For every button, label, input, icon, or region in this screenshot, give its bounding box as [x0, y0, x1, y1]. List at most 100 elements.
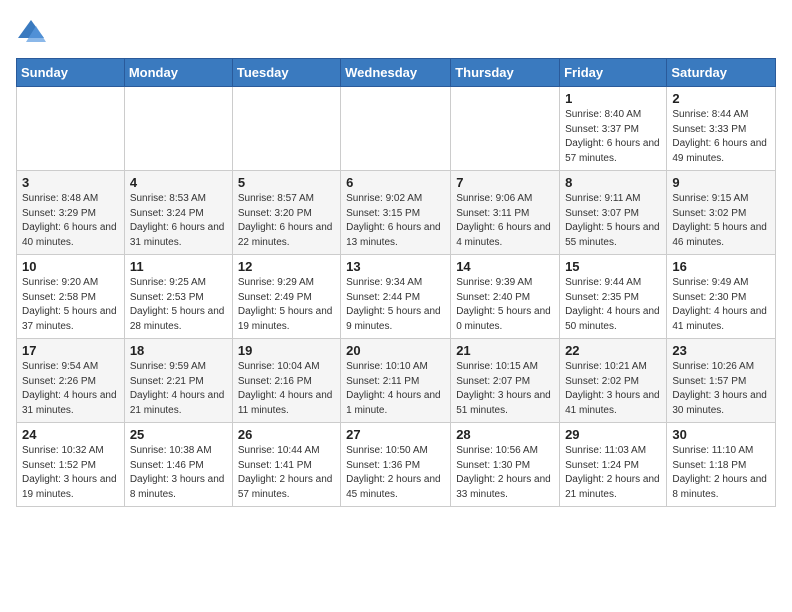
calendar-header-tuesday: Tuesday: [232, 59, 340, 87]
calendar-week-row: 24 Sunrise: 10:32 AM Sunset: 1:52 PM Dayl…: [17, 423, 776, 507]
day-info: Sunrise: 8:48 AM Sunset: 3:29 PM Dayligh…: [22, 192, 119, 250]
calendar-header-monday: Monday: [124, 59, 232, 87]
calendar-day-18: 18 Sunrise: 9:59 AM Sunset: 2:21 PM Dayli…: [124, 339, 232, 423]
calendar-day-6: 6 Sunrise: 9:02 AM Sunset: 3:15 PM Daylig…: [341, 171, 451, 255]
calendar-header-sunday: Sunday: [17, 59, 125, 87]
day-number: 22: [565, 343, 661, 358]
calendar-day-7: 7 Sunrise: 9:06 AM Sunset: 3:11 PM Daylig…: [451, 171, 560, 255]
day-info: Sunrise: 9:54 AM Sunset: 2:26 PM Dayligh…: [22, 360, 119, 418]
day-number: 11: [130, 259, 227, 274]
calendar-day-27: 27 Sunrise: 10:50 AM Sunset: 1:36 PM Dayl…: [341, 423, 451, 507]
day-info: Sunrise: 10:26 AM Sunset: 1:57 PM Daylig…: [672, 360, 770, 418]
calendar-day-17: 17 Sunrise: 9:54 AM Sunset: 2:26 PM Dayli…: [17, 339, 125, 423]
day-info: Sunrise: 9:02 AM Sunset: 3:15 PM Dayligh…: [346, 192, 445, 250]
calendar-day-25: 25 Sunrise: 10:38 AM Sunset: 1:46 PM Dayl…: [124, 423, 232, 507]
calendar-empty-cell: [232, 87, 340, 171]
day-info: Sunrise: 9:29 AM Sunset: 2:49 PM Dayligh…: [238, 276, 335, 334]
day-number: 28: [456, 427, 554, 442]
day-number: 8: [565, 175, 661, 190]
day-number: 6: [346, 175, 445, 190]
calendar-day-21: 21Sunrise: 10:15 AM Sunset: 2:07 PM Dayl…: [451, 339, 560, 423]
day-number: 26: [238, 427, 335, 442]
day-info: Sunrise: 10:38 AM Sunset: 1:46 PM Daylig…: [130, 444, 227, 502]
calendar-day-8: 8 Sunrise: 9:11 AM Sunset: 3:07 PM Daylig…: [560, 171, 667, 255]
day-number: 1: [565, 91, 661, 106]
calendar-day-20: 20 Sunrise: 10:10 AM Sunset: 2:11 PM Dayl…: [341, 339, 451, 423]
day-number: 15: [565, 259, 661, 274]
day-info: Sunrise: 10:50 AM Sunset: 1:36 PM Daylig…: [346, 444, 445, 502]
page-header: [16, 16, 776, 46]
day-info: Sunrise: 10:56 AM Sunset: 1:30 PM Daylig…: [456, 444, 554, 502]
day-number: 2: [672, 91, 770, 106]
day-info: Sunrise: 10:10 AM Sunset: 2:11 PM Daylig…: [346, 360, 445, 418]
calendar-header-thursday: Thursday: [451, 59, 560, 87]
day-info: Sunrise: 8:53 AM Sunset: 3:24 PM Dayligh…: [130, 192, 227, 250]
day-number: 21: [456, 343, 554, 358]
day-number: 27: [346, 427, 445, 442]
day-info: Sunrise: 8:40 AM Sunset: 3:37 PM Dayligh…: [565, 108, 661, 166]
calendar-header-saturday: Saturday: [667, 59, 776, 87]
day-number: 25: [130, 427, 227, 442]
day-number: 4: [130, 175, 227, 190]
day-info: Sunrise: 9:59 AM Sunset: 2:21 PM Dayligh…: [130, 360, 227, 418]
day-info: Sunrise: 11:03 AM Sunset: 1:24 PM Daylig…: [565, 444, 661, 502]
logo-icon: [16, 16, 46, 46]
day-number: 5: [238, 175, 335, 190]
day-info: Sunrise: 9:06 AM Sunset: 3:11 PM Dayligh…: [456, 192, 554, 250]
day-info: Sunrise: 9:34 AM Sunset: 2:44 PM Dayligh…: [346, 276, 445, 334]
calendar-body: 1 Sunrise: 8:40 AM Sunset: 3:37 PM Daylig…: [17, 87, 776, 507]
calendar-day-13: 13 Sunrise: 9:34 AM Sunset: 2:44 PM Dayli…: [341, 255, 451, 339]
day-number: 24: [22, 427, 119, 442]
day-info: Sunrise: 9:25 AM Sunset: 2:53 PM Dayligh…: [130, 276, 227, 334]
calendar-week-row: 10Sunrise: 9:20 AM Sunset: 2:58 PM Dayli…: [17, 255, 776, 339]
calendar-table: SundayMondayTuesdayWednesdayThursdayFrid…: [16, 58, 776, 507]
calendar-empty-cell: [341, 87, 451, 171]
day-info: Sunrise: 10:04 AM Sunset: 2:16 PM Daylig…: [238, 360, 335, 418]
day-info: Sunrise: 9:44 AM Sunset: 2:35 PM Dayligh…: [565, 276, 661, 334]
day-info: Sunrise: 10:44 AM Sunset: 1:41 PM Daylig…: [238, 444, 335, 502]
calendar-empty-cell: [451, 87, 560, 171]
calendar-empty-cell: [17, 87, 125, 171]
day-number: 13: [346, 259, 445, 274]
day-info: Sunrise: 11:10 AM Sunset: 1:18 PM Daylig…: [672, 444, 770, 502]
calendar-day-5: 5 Sunrise: 8:57 AM Sunset: 3:20 PM Daylig…: [232, 171, 340, 255]
day-number: 14: [456, 259, 554, 274]
day-info: Sunrise: 10:32 AM Sunset: 1:52 PM Daylig…: [22, 444, 119, 502]
calendar-week-row: 1 Sunrise: 8:40 AM Sunset: 3:37 PM Daylig…: [17, 87, 776, 171]
day-number: 9: [672, 175, 770, 190]
calendar-day-14: 14Sunrise: 9:39 AM Sunset: 2:40 PM Dayli…: [451, 255, 560, 339]
calendar-header-row: SundayMondayTuesdayWednesdayThursdayFrid…: [17, 59, 776, 87]
day-number: 30: [672, 427, 770, 442]
calendar-header-wednesday: Wednesday: [341, 59, 451, 87]
calendar-day-2: 2Sunrise: 8:44 AM Sunset: 3:33 PM Daylig…: [667, 87, 776, 171]
day-info: Sunrise: 9:15 AM Sunset: 3:02 PM Dayligh…: [672, 192, 770, 250]
calendar-day-16: 16Sunrise: 9:49 AM Sunset: 2:30 PM Dayli…: [667, 255, 776, 339]
day-number: 3: [22, 175, 119, 190]
day-number: 20: [346, 343, 445, 358]
calendar-empty-cell: [124, 87, 232, 171]
calendar-day-3: 3 Sunrise: 8:48 AM Sunset: 3:29 PM Daylig…: [17, 171, 125, 255]
day-number: 18: [130, 343, 227, 358]
day-number: 10: [22, 259, 119, 274]
day-info: Sunrise: 8:57 AM Sunset: 3:20 PM Dayligh…: [238, 192, 335, 250]
calendar-header-friday: Friday: [560, 59, 667, 87]
calendar-day-12: 12Sunrise: 9:29 AM Sunset: 2:49 PM Dayli…: [232, 255, 340, 339]
day-number: 19: [238, 343, 335, 358]
calendar-day-19: 19 Sunrise: 10:04 AM Sunset: 2:16 PM Dayl…: [232, 339, 340, 423]
calendar-day-28: 28 Sunrise: 10:56 AM Sunset: 1:30 PM Dayl…: [451, 423, 560, 507]
calendar-day-30: 30 Sunrise: 11:10 AM Sunset: 1:18 PM Dayl…: [667, 423, 776, 507]
calendar-day-11: 11 Sunrise: 9:25 AM Sunset: 2:53 PM Dayli…: [124, 255, 232, 339]
day-info: Sunrise: 10:21 AM Sunset: 2:02 PM Daylig…: [565, 360, 661, 418]
day-number: 23: [672, 343, 770, 358]
calendar-day-22: 22 Sunrise: 10:21 AM Sunset: 2:02 PM Dayl…: [560, 339, 667, 423]
day-number: 17: [22, 343, 119, 358]
calendar-day-24: 24 Sunrise: 10:32 AM Sunset: 1:52 PM Dayl…: [17, 423, 125, 507]
calendar-day-4: 4 Sunrise: 8:53 AM Sunset: 3:24 PM Daylig…: [124, 171, 232, 255]
day-number: 29: [565, 427, 661, 442]
calendar-day-26: 26 Sunrise: 10:44 AM Sunset: 1:41 PM Dayl…: [232, 423, 340, 507]
day-info: Sunrise: 9:11 AM Sunset: 3:07 PM Dayligh…: [565, 192, 661, 250]
day-number: 7: [456, 175, 554, 190]
day-number: 16: [672, 259, 770, 274]
calendar-day-9: 9 Sunrise: 9:15 AM Sunset: 3:02 PM Daylig…: [667, 171, 776, 255]
calendar-day-29: 29 Sunrise: 11:03 AM Sunset: 1:24 PM Dayl…: [560, 423, 667, 507]
